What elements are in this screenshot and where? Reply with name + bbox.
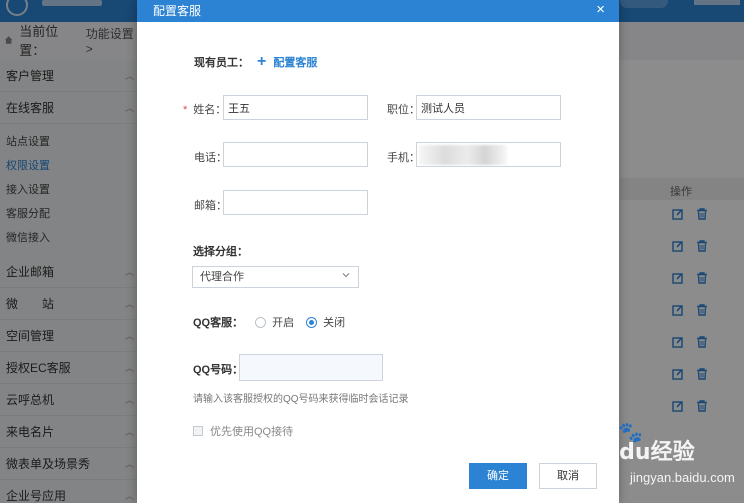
qq-number-field[interactable] [239,354,383,381]
qq-service-row: QQ客服： 开启 关闭 [193,314,357,330]
qq-number-hint: 请输入该客服授权的QQ号码来获得临时会话记录 [193,394,409,405]
prefer-qq-row: 优先使用QQ接待 [193,423,293,439]
qq-service-off-radio[interactable] [306,316,318,328]
group-label: 选择分组： [193,246,248,258]
email-field[interactable] [223,190,368,215]
redacted-mobile-number [419,145,507,165]
prefer-qq-checkbox[interactable] [193,426,203,436]
phone-field[interactable] [223,142,368,167]
dialog-header: 配置客服 × [137,0,619,22]
qq-service-off-label[interactable]: 关闭 [323,314,345,330]
plus-icon[interactable]: + [257,54,266,70]
watermark-main: Baidu经验 [580,440,695,465]
qq-service-on-label[interactable]: 开启 [272,314,294,330]
configure-service-dialog: 配置客服 × 现有员工： + 配置客服 *姓名： 职位： 电话： 手机： 邮箱：… [137,0,619,503]
name-label-text: 姓名： [193,104,227,116]
close-icon[interactable]: × [596,0,605,20]
group-select-value: 代理合作 [200,271,244,283]
confirm-button[interactable]: 确定 [469,463,527,489]
group-select[interactable]: 代理合作 [192,266,359,288]
required-mark: * [183,104,188,116]
chevron-down-icon [342,273,350,278]
qq-number-label: QQ号码： [193,364,244,376]
existing-staff-row: 现有员工： + 配置客服 [194,54,317,70]
dialog-title: 配置客服 [153,4,202,18]
name-field[interactable] [223,95,368,120]
watermark-sub: jingyan.baidu.com [630,470,735,485]
qq-service-label: QQ客服： [193,317,244,329]
existing-staff-label: 现有员工： [194,57,249,69]
name-label: * 姓名： [183,101,226,117]
baidu-watermark: 🐾 Baidu经验 jingyan.baidu.com [580,420,744,500]
qq-service-on-radio[interactable] [255,316,267,328]
prefer-qq-label[interactable]: 优先使用QQ接待 [210,423,293,439]
configure-service-link[interactable]: 配置客服 [273,54,317,70]
position-field[interactable] [416,95,561,120]
